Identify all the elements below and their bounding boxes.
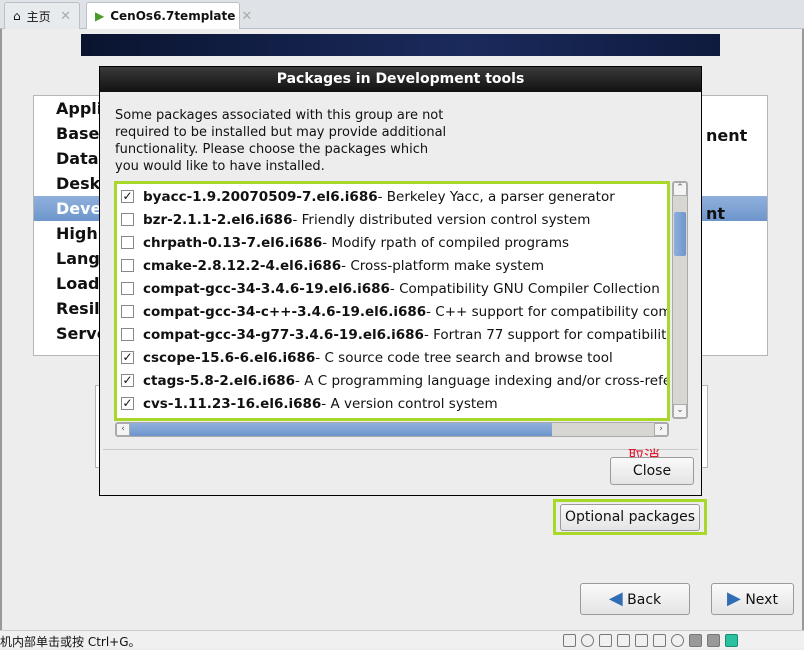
group-item[interactable]: Data	[56, 146, 99, 171]
package-checkbox[interactable]: ✓	[121, 190, 134, 203]
package-name: chrpath-0.13-7.el6.i686	[143, 234, 323, 251]
home-icon: ⌂	[13, 9, 21, 23]
optional-packages-button[interactable]: Optional packages	[560, 504, 700, 531]
package-checkbox[interactable]	[121, 236, 134, 249]
package-row[interactable]: ✓ cvs-1.11.23-16.el6.i686 - A version con…	[121, 392, 498, 415]
vm-icon: ▶	[95, 9, 105, 23]
close-icon[interactable]: ✕	[60, 9, 71, 24]
package-description: - A C programming language indexing and/…	[295, 372, 670, 389]
package-checkbox[interactable]	[121, 328, 134, 341]
package-description: - Compatibility GNU Compiler Collection	[389, 280, 660, 297]
tab-home[interactable]: ⌂ 主页 ✕	[4, 2, 80, 29]
divider	[103, 449, 698, 450]
close-icon[interactable]: ✕	[241, 9, 252, 24]
package-description: - C source code tree search and browse t…	[315, 349, 613, 366]
message-icon[interactable]	[725, 634, 738, 647]
package-description: - C++ support for compatibility comp	[426, 303, 670, 320]
scroll-left-button[interactable]: ‹	[116, 423, 130, 436]
package-row[interactable]: ✓ byacc-1.9.20070509-7.el6.i686 - Berkele…	[121, 185, 615, 208]
dialog-title: Packages in Development tools	[100, 67, 701, 92]
package-row[interactable]: chrpath-0.13-7.el6.i686 - Modify rpath o…	[121, 231, 569, 254]
cd-icon[interactable]	[581, 634, 594, 647]
package-list[interactable]: ✓ byacc-1.9.20070509-7.el6.i686 - Berkele…	[114, 181, 670, 421]
group-label-fragment: nent	[706, 126, 748, 145]
group-item[interactable]: Load	[56, 271, 99, 296]
package-description: - Cross-platform make system	[341, 257, 545, 274]
package-description: - Berkeley Yacc, a parser generator	[377, 188, 615, 205]
close-button[interactable]: Close	[610, 457, 694, 485]
package-name: byacc-1.9.20070509-7.el6.i686	[143, 188, 378, 205]
tab-label: 主页	[26, 9, 51, 24]
installer-banner	[81, 34, 720, 56]
package-checkbox[interactable]: ✓	[121, 374, 134, 387]
arrow-right-icon: ▶	[727, 588, 741, 609]
camera-icon[interactable]	[671, 634, 684, 647]
usb-icon[interactable]	[689, 634, 702, 647]
package-checkbox[interactable]	[121, 305, 134, 318]
package-name: cscope-15.6-6.el6.i686	[143, 349, 316, 366]
package-name: cmake-2.8.12.2-4.el6.i686	[143, 257, 342, 274]
package-description: - Modify rpath of compiled programs	[322, 234, 570, 251]
back-label: Back	[627, 592, 662, 608]
network-icon[interactable]	[617, 634, 630, 647]
status-bar: 机内部单击或按 Ctrl+G。	[0, 630, 804, 649]
sound-icon[interactable]	[653, 634, 666, 647]
group-item[interactable]: Lang	[56, 246, 100, 271]
package-checkbox[interactable]	[121, 282, 134, 295]
scroll-right-button[interactable]: ›	[654, 423, 668, 436]
arrow-left-icon: ◀	[608, 588, 623, 609]
hard-disk-icon[interactable]	[563, 634, 576, 647]
scroll-up-button[interactable]: ⌃	[673, 182, 687, 196]
package-row[interactable]: ✓ cscope-15.6-6.el6.i686 - C source code …	[121, 346, 613, 369]
group-item[interactable]: Base	[56, 121, 99, 146]
packages-dialog: Packages in Development tools Some packa…	[99, 66, 702, 496]
group-item[interactable]: Desk	[56, 171, 100, 196]
package-name: compat-gcc-34-c++-3.4.6-19.el6.i686	[143, 303, 427, 320]
next-button[interactable]: ▶ Next	[711, 583, 794, 615]
group-item-selected[interactable]: Deve	[56, 196, 101, 221]
tab-vm[interactable]: ▶ CenOs6.7template ✕	[86, 2, 252, 29]
tab-bar: ⌂ 主页 ✕ ▶ CenOs6.7template ✕	[0, 0, 804, 29]
package-name: compat-gcc-34-3.4.6-19.el6.i686	[143, 280, 390, 297]
scroll-thumb[interactable]	[674, 212, 686, 256]
package-row[interactable]: cmake-2.8.12.2-4.el6.i686 - Cross-platfo…	[121, 254, 544, 277]
package-row[interactable]: compat-gcc-34-c++-3.4.6-19.el6.i686 - C+…	[121, 300, 670, 323]
vertical-scrollbar[interactable]: ⌃ ⌄	[672, 181, 688, 419]
package-checkbox[interactable]	[121, 213, 134, 226]
group-item[interactable]: Resil	[56, 296, 100, 321]
back-button[interactable]: ◀ Back	[580, 583, 690, 615]
tab-label: CenOs6.7template	[110, 9, 236, 23]
group-item[interactable]: High	[56, 221, 98, 246]
package-description: - A version control system	[321, 395, 498, 412]
package-checkbox[interactable]: ✓	[121, 351, 134, 364]
package-row[interactable]: bzr-2.1.1-2.el6.i686 - Friendly distribu…	[121, 208, 590, 231]
network-icon[interactable]	[599, 634, 612, 647]
package-description: - Fortran 77 support for compatibility	[423, 326, 670, 343]
printer-icon[interactable]	[635, 634, 648, 647]
status-text: 机内部单击或按 Ctrl+G。	[0, 635, 141, 649]
next-label: Next	[745, 592, 778, 608]
package-checkbox[interactable]	[121, 259, 134, 272]
package-name: ctags-5.8-2.el6.i686	[143, 372, 296, 389]
package-name: bzr-2.1.1-2.el6.i686	[143, 211, 293, 228]
dialog-intro-text: Some packages associated with this group…	[115, 108, 447, 174]
package-name: compat-gcc-34-g77-3.4.6-19.el6.i686	[143, 326, 424, 343]
package-checkbox[interactable]: ✓	[121, 397, 134, 410]
package-row[interactable]: compat-gcc-34-g77-3.4.6-19.el6.i686 - Fo…	[121, 323, 670, 346]
scroll-thumb[interactable]	[130, 423, 552, 436]
group-item[interactable]: Appli	[56, 96, 102, 121]
horizontal-scrollbar[interactable]: ‹ ›	[115, 422, 669, 437]
package-name: cvs-1.11.23-16.el6.i686	[143, 395, 322, 412]
scroll-down-button[interactable]: ⌄	[673, 404, 687, 418]
package-row[interactable]: compat-gcc-34-3.4.6-19.el6.i686 - Compat…	[121, 277, 660, 300]
package-row[interactable]: ✓ ctags-5.8-2.el6.i686 - A C programming …	[121, 369, 670, 392]
group-label-fragment: nt	[706, 204, 726, 223]
usb-icon[interactable]	[707, 634, 720, 647]
package-description: - Friendly distributed version control s…	[292, 211, 591, 228]
